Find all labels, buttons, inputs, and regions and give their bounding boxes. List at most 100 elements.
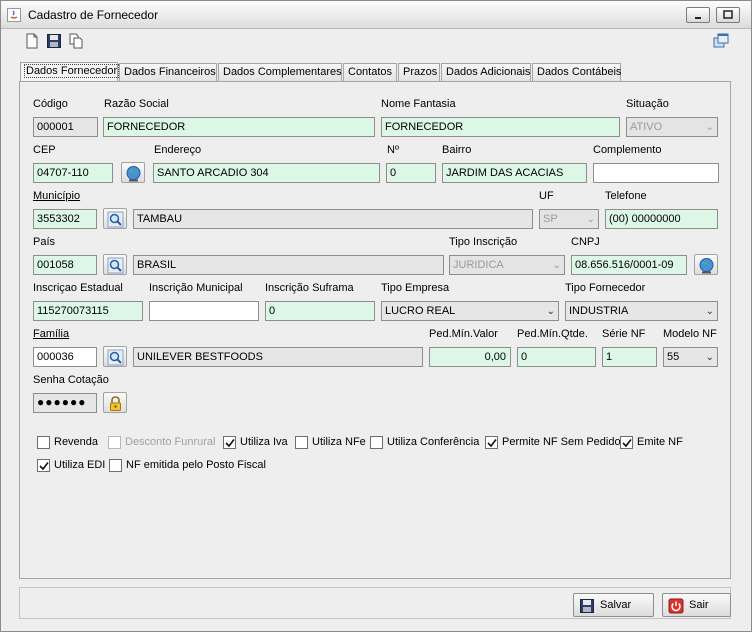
utiliza-edi-checkbox[interactable]: Utiliza EDI [37, 458, 107, 474]
copy-icon[interactable] [68, 33, 84, 49]
numero-field[interactable]: 0 [386, 163, 436, 183]
cascade-windows-icon[interactable] [713, 33, 729, 49]
ped-min-qtde-field[interactable]: 0 [517, 347, 596, 367]
inscricao-suframa-field[interactable]: 0 [265, 301, 375, 321]
telefone-field[interactable]: (00) 00000000 [605, 209, 718, 229]
desconto-funrural-checkbox[interactable]: Desconto Funrural [108, 435, 218, 451]
municipio-code-field[interactable]: 3553302 [33, 209, 97, 229]
permite-nf-sem-pedido-checkbox-label: Permite NF Sem Pedido [502, 436, 621, 448]
permite-nf-sem-pedido-checkbox[interactable]: Permite NF Sem Pedido [485, 435, 621, 451]
floppy-disk-icon[interactable] [46, 33, 62, 49]
municipio-name-field: TAMBAU [133, 209, 533, 229]
padlock-icon [110, 396, 121, 411]
tab-dados-fornecedor[interactable]: Dados Fornecedor [20, 62, 120, 81]
cnpj-field[interactable]: 08.656.516/0001-09 [571, 255, 687, 275]
familia-search-button[interactable] [103, 346, 127, 367]
maximize-icon [723, 10, 733, 19]
checkbox-box [37, 459, 50, 472]
inscricao-suframa-label: Inscrição Suframa [265, 282, 354, 294]
chevron-down-icon: ⌄ [705, 306, 714, 317]
sair-button[interactable]: Sair [662, 593, 731, 617]
utiliza-iva-checkbox-label: Utiliza Iva [240, 436, 288, 448]
modelo-nf-select[interactable]: 55 ⌄ [663, 347, 718, 367]
minimize-icon [695, 17, 701, 19]
familia-name-field: UNILEVER BESTFOODS [133, 347, 423, 367]
checkmark-icon [225, 439, 235, 448]
pais-code-field[interactable]: 001058 [33, 255, 97, 275]
tab-dados-complementares[interactable]: Dados Complementares [218, 63, 342, 81]
checkmark-icon [622, 439, 632, 448]
numero-label: Nº [387, 144, 399, 156]
checkbox-box [223, 436, 236, 449]
utiliza-nfe-checkbox[interactable]: Utiliza NFe [295, 435, 369, 451]
cep-lookup-button[interactable] [121, 162, 145, 183]
municipio-label[interactable]: Município [33, 190, 80, 202]
utiliza-conferencia-checkbox-label: Utiliza Conferência [387, 436, 480, 448]
chevron-down-icon: ⌄ [586, 214, 595, 225]
checkbox-box [37, 436, 50, 449]
utiliza-conferencia-checkbox[interactable]: Utiliza Conferência [370, 435, 482, 451]
chevron-down-icon: ⌄ [552, 260, 561, 271]
utiliza-nfe-checkbox-label: Utiliza NFe [312, 436, 366, 448]
nf-emitida-posto-fiscal-checkbox[interactable]: NF emitida pelo Posto Fiscal [109, 458, 269, 474]
nome-fantasia-field[interactable]: FORNECEDOR [381, 117, 620, 137]
magnifier-icon [107, 257, 124, 274]
serie-nf-field[interactable]: 1 [602, 347, 657, 367]
tipo-inscricao-select[interactable]: JURIDICA ⌄ [449, 255, 565, 275]
cep-field[interactable]: 04707-110 [33, 163, 113, 183]
ped-min-qtde-label: Ped.Mín.Qtde. [517, 328, 588, 340]
emite-nf-checkbox[interactable]: Emite NF [620, 435, 692, 451]
cnpj-lookup-button[interactable] [694, 254, 718, 275]
familia-label[interactable]: Família [33, 328, 69, 340]
razao-social-field[interactable]: FORNECEDOR [103, 117, 375, 137]
inscricao-municipal-field[interactable] [149, 301, 259, 321]
complemento-label: Complemento [593, 144, 662, 156]
senha-cotacao-field[interactable]: ●●●●●● [33, 393, 97, 413]
salvar-button[interactable]: Salvar [573, 593, 654, 617]
minimize-button[interactable] [686, 7, 710, 23]
bairro-field[interactable]: JARDIM DAS ACACIAS [442, 163, 587, 183]
inscricao-municipal-label: Inscrição Municipal [149, 282, 243, 294]
senha-unlock-button[interactable] [103, 392, 127, 413]
situacao-select[interactable]: ATIVO ⌄ [626, 117, 718, 137]
tab-dados-adicionais[interactable]: Dados Adicionais [441, 63, 531, 81]
endereco-field[interactable]: SANTO ARCADIO 304 [153, 163, 380, 183]
tab-dados-contabeis[interactable]: Dados Contábeis [532, 63, 621, 81]
tipo-fornecedor-select[interactable]: INDUSTRIA ⌄ [565, 301, 718, 321]
municipio-search-button[interactable] [103, 208, 127, 229]
modelo-nf-label: Modelo NF [663, 328, 717, 340]
revenda-checkbox-label: Revenda [54, 436, 99, 448]
window-title: Cadastro de Fornecedor [28, 8, 159, 22]
situacao-value: ATIVO [630, 121, 663, 133]
pais-label: País [33, 236, 56, 248]
checkbox-box [295, 436, 308, 449]
new-document-icon[interactable] [24, 33, 40, 49]
serie-nf-label: Série NF [602, 328, 646, 340]
complemento-field[interactable] [593, 163, 719, 183]
floppy-disk-icon [580, 599, 594, 613]
checkbox-box [620, 436, 633, 449]
familia-code-field[interactable]: 000036 [33, 347, 97, 367]
razao-social-label: Razão Social [104, 98, 169, 110]
ped-min-valor-field[interactable]: 0,00 [429, 347, 511, 367]
supplier-window: Cadastro de Fornecedor Dados Fornecedor … [0, 0, 752, 632]
salvar-button-label: Salvar [600, 599, 632, 611]
tab-prazos[interactable]: Prazos [398, 63, 440, 81]
title-bar[interactable]: Cadastro de Fornecedor [1, 1, 751, 29]
tab-contatos[interactable]: Contatos [343, 63, 397, 81]
utiliza-iva-checkbox[interactable]: Utiliza Iva [223, 435, 303, 451]
uf-select[interactable]: SP ⌄ [539, 209, 599, 229]
sair-button-label: Sair [689, 599, 709, 611]
tipo-empresa-select[interactable]: LUCRO REAL ⌄ [381, 301, 559, 321]
revenda-checkbox[interactable]: Revenda [37, 435, 107, 451]
pais-search-button[interactable] [103, 254, 127, 275]
maximize-button[interactable] [716, 7, 740, 23]
checkbox-box [370, 436, 383, 449]
globe-icon [699, 258, 714, 274]
nf-emitida-posto-fiscal-checkbox-label: NF emitida pelo Posto Fiscal [126, 459, 266, 471]
tab-dados-financeiros[interactable]: Dados Financeiros [119, 63, 217, 81]
codigo-field[interactable]: 000001 [33, 117, 98, 137]
tipo-fornecedor-label: Tipo Fornecedor [565, 282, 646, 294]
inscricao-estadual-field[interactable]: 115270073115 [33, 301, 143, 321]
chevron-down-icon: ⌄ [705, 352, 714, 363]
